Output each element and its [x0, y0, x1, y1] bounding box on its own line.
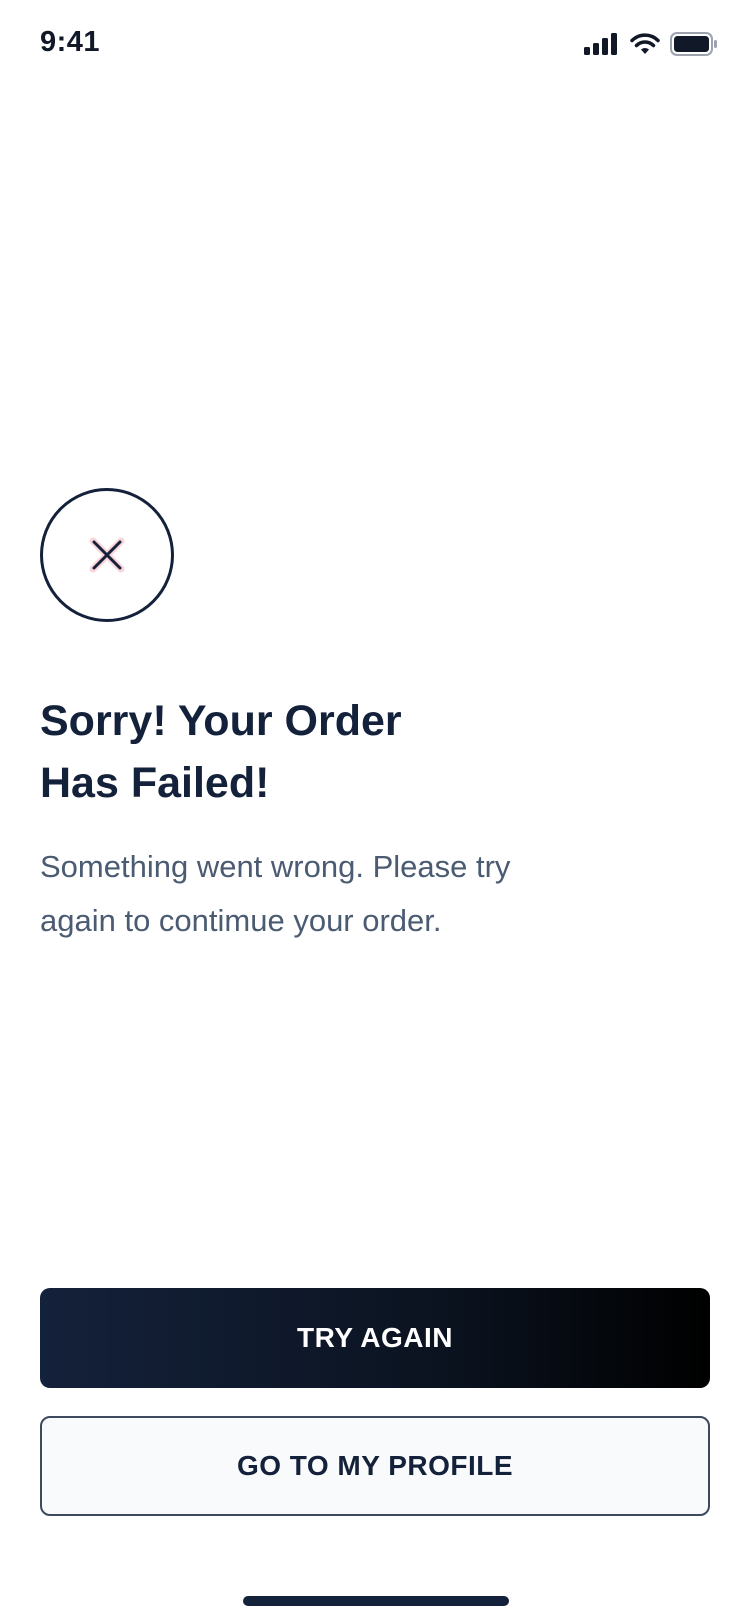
- battery-icon: [670, 32, 718, 56]
- status-time: 9:41: [40, 26, 101, 58]
- error-message: Something went wrong. Please try again t…: [40, 849, 511, 938]
- cellular-signal-icon: [584, 33, 620, 55]
- try-again-button[interactable]: TRY AGAIN: [40, 1288, 710, 1388]
- page-title: Sorry! Your Order Has Failed!: [40, 697, 402, 807]
- order-failed-status-icon: [40, 488, 174, 622]
- home-indicator: [243, 1596, 509, 1606]
- go-to-profile-button[interactable]: GO TO MY PROFILE: [40, 1416, 710, 1516]
- status-icons: [584, 32, 718, 56]
- wifi-icon: [630, 33, 660, 55]
- status-bar: 9:41: [0, 0, 750, 92]
